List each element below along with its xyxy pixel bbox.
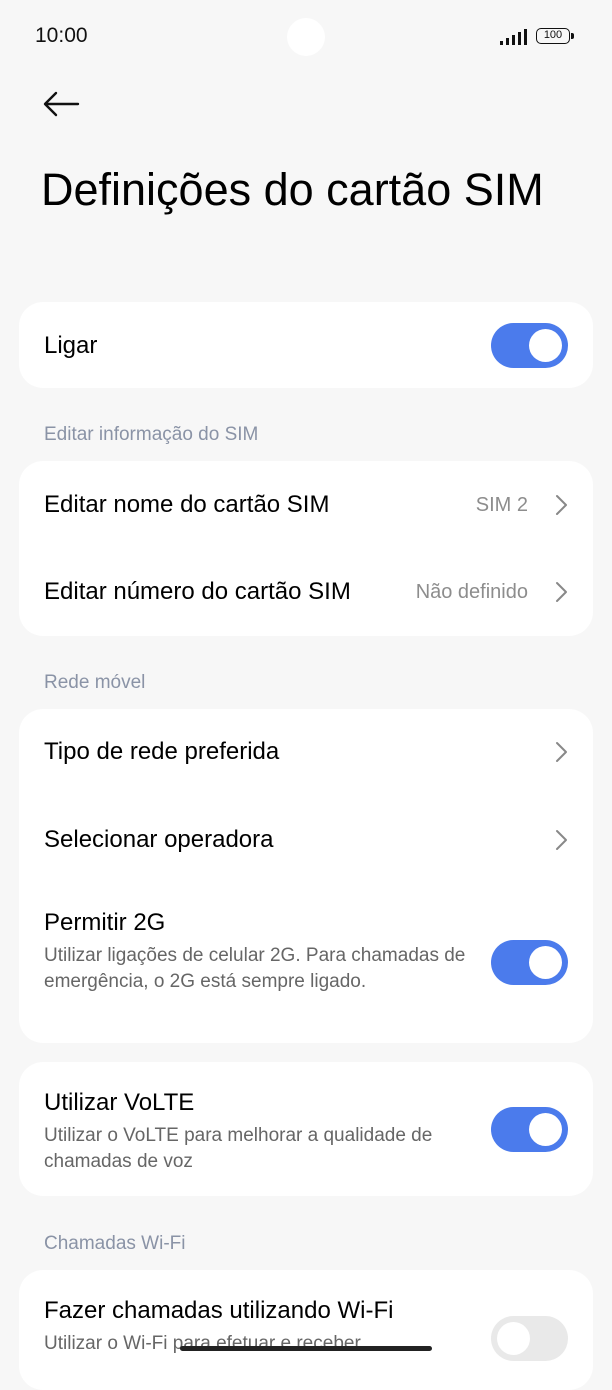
- toggle-knob: [529, 946, 562, 979]
- wifi-calling-label: Fazer chamadas utilizando Wi-Fi: [44, 1297, 394, 1324]
- volte-row[interactable]: Utilizar VoLTE Utilizar o VoLTE para mel…: [19, 1062, 593, 1196]
- chevron-right-icon: [556, 830, 567, 850]
- power-label: Ligar: [44, 332, 98, 359]
- chevron-right-icon: [556, 742, 567, 762]
- volte-description: Utilizar o VoLTE para melhorar a qualida…: [44, 1125, 433, 1172]
- section-header-sim-info: Editar informação do SIM: [44, 424, 259, 445]
- allow-2g-description: Utilizar ligações de celular 2G. Para ch…: [44, 945, 466, 992]
- toggle-knob: [497, 1322, 530, 1355]
- edit-sim-name-value: SIM 2: [475, 494, 528, 516]
- camera-cutout: [287, 18, 325, 56]
- section-header-wifi-calling: Chamadas Wi-Fi: [44, 1233, 186, 1254]
- edit-sim-name-row[interactable]: Editar nome do cartão SIM SIM 2: [19, 461, 593, 549]
- volte-label: Utilizar VoLTE: [44, 1089, 195, 1116]
- edit-sim-name-label: Editar nome do cartão SIM: [44, 491, 330, 518]
- wifi-calling-card: Fazer chamadas utilizando Wi-Fi Utilizar…: [19, 1270, 593, 1390]
- select-operator-row[interactable]: Selecionar operadora: [19, 797, 593, 884]
- wifi-calling-row[interactable]: Fazer chamadas utilizando Wi-Fi Utilizar…: [19, 1270, 593, 1390]
- edit-sim-number-label: Editar número do cartão SIM: [44, 578, 351, 605]
- back-arrow-icon[interactable]: [40, 86, 84, 122]
- power-card: Ligar: [19, 302, 593, 388]
- wifi-calling-toggle[interactable]: [491, 1316, 568, 1361]
- status-time: 10:00: [35, 24, 88, 47]
- toggle-knob: [529, 1113, 562, 1146]
- sim-info-card: Editar nome do cartão SIM SIM 2 Editar n…: [19, 461, 593, 636]
- toggle-knob: [529, 329, 562, 362]
- allow-2g-toggle[interactable]: [491, 940, 568, 985]
- chevron-right-icon: [556, 582, 567, 602]
- edit-sim-number-value: Não definido: [415, 581, 528, 603]
- home-indicator[interactable]: [180, 1346, 432, 1351]
- power-row[interactable]: Ligar: [19, 302, 593, 388]
- power-toggle[interactable]: [491, 323, 568, 368]
- signal-icon: [500, 29, 527, 45]
- page-title: Definições do cartão SIM: [41, 164, 544, 215]
- volte-toggle[interactable]: [491, 1107, 568, 1152]
- edit-sim-number-row[interactable]: Editar número do cartão SIM Não definido: [19, 549, 593, 636]
- mobile-network-card: Tipo de rede preferida Selecionar operad…: [19, 709, 593, 1043]
- allow-2g-label: Permitir 2G: [44, 909, 166, 936]
- select-operator-label: Selecionar operadora: [44, 826, 274, 853]
- preferred-network-type-row[interactable]: Tipo de rede preferida: [19, 709, 593, 797]
- wifi-calling-description: Utilizar o Wi-Fi para efetuar e receber: [44, 1333, 361, 1354]
- status-bar: 10:00 100: [0, 0, 612, 78]
- battery-icon: 100: [536, 28, 574, 44]
- volte-card: Utilizar VoLTE Utilizar o VoLTE para mel…: [19, 1062, 593, 1196]
- section-header-mobile-network: Rede móvel: [44, 672, 146, 693]
- preferred-network-type-label: Tipo de rede preferida: [44, 738, 280, 765]
- allow-2g-row[interactable]: Permitir 2G Utilizar ligações de celular…: [19, 884, 593, 1043]
- chevron-right-icon: [556, 495, 567, 515]
